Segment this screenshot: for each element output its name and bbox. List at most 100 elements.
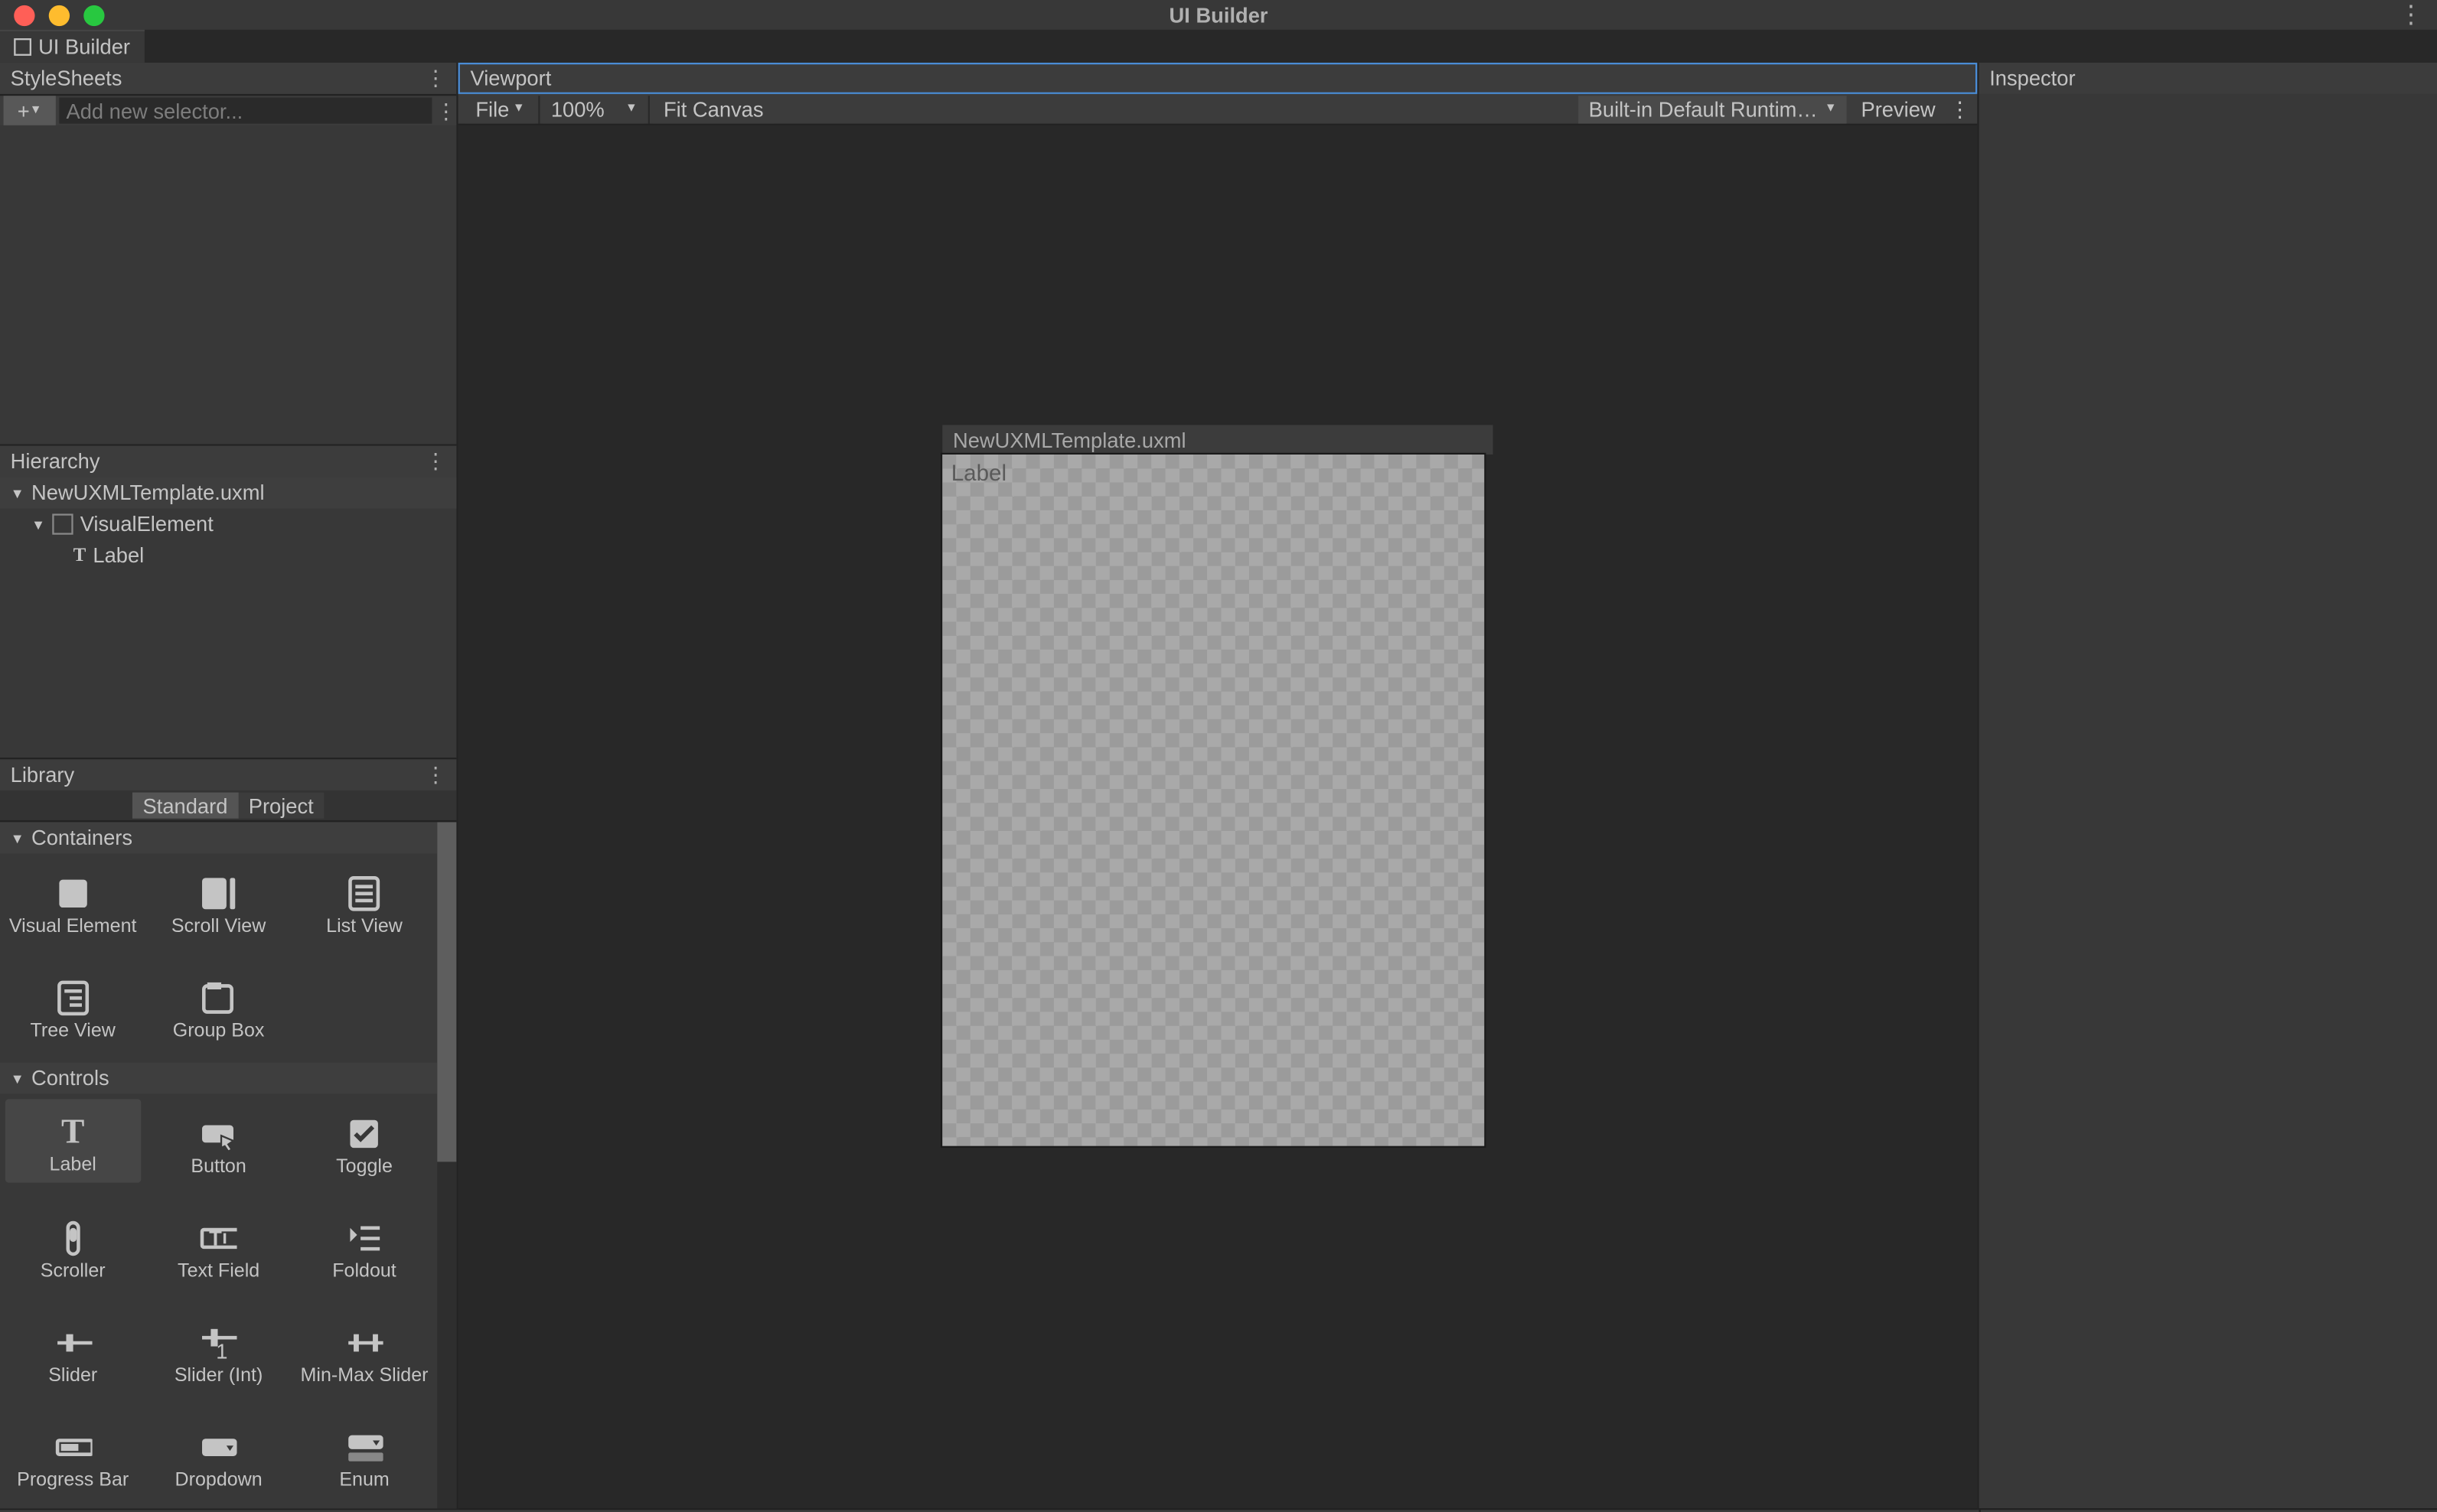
hierarchy-menu-button[interactable]: ⋮	[425, 449, 445, 474]
minimize-window-button[interactable]	[49, 5, 70, 25]
viewport-toolbar: File▼ 100% ▼ Fit Canvas Built-in Default…	[458, 94, 1978, 125]
slider-int-icon: 1	[200, 1324, 238, 1362]
document-frame[interactable]: NewUXMLTemplate.uxml Label	[942, 425, 1493, 1145]
foldout-icon[interactable]: ▼	[31, 516, 45, 532]
hierarchy-item-label: VisualElement	[80, 512, 214, 536]
stylesheets-menu-button[interactable]: ⋮	[425, 66, 445, 90]
lib-item-foldout[interactable]: Foldout	[292, 1198, 437, 1303]
chevron-down-icon: ▼	[30, 105, 42, 117]
lib-item-min-max-slider[interactable]: Min-Max Slider	[292, 1302, 437, 1407]
foldout-icon[interactable]: ▼	[11, 485, 24, 500]
library-section-controls[interactable]: ▼ Controls	[0, 1062, 437, 1093]
list-view-icon	[345, 875, 383, 913]
visual-element-icon	[54, 875, 92, 913]
stylesheets-body[interactable]	[0, 125, 456, 445]
chevron-down-icon: ▼	[625, 103, 638, 115]
tab-project[interactable]: Project	[238, 793, 324, 819]
tab-ui-builder[interactable]: UI Builder	[0, 30, 144, 63]
library-panel: Library ⋮ Standard Project ▼ Containers	[0, 759, 456, 1508]
lib-item-label[interactable]: T Label	[5, 1099, 141, 1182]
library-tabs: Standard Project	[0, 790, 456, 822]
lib-item-list-view[interactable]: List View	[292, 853, 437, 958]
lib-item-slider[interactable]: Slider	[0, 1302, 145, 1407]
editor-tabs: UI Builder	[0, 30, 2437, 63]
lib-item-text-field[interactable]: T Text Field	[145, 1198, 291, 1303]
library-header: Library ⋮	[0, 759, 456, 790]
maximize-window-button[interactable]	[83, 5, 104, 25]
library-section-containers[interactable]: ▼ Containers	[0, 822, 437, 853]
selector-input[interactable]	[59, 97, 432, 123]
dropdown-icon	[200, 1428, 238, 1466]
window-menu-button[interactable]: ⋮	[2399, 0, 2423, 30]
window-controls	[14, 5, 104, 25]
close-window-button[interactable]	[14, 5, 34, 25]
text-icon: T	[73, 545, 86, 565]
zoom-dropdown[interactable]: 100% ▼	[544, 95, 644, 122]
foldout-icon[interactable]: ▼	[11, 1070, 24, 1086]
viewport-canvas[interactable]: NewUXMLTemplate.uxml Label	[458, 125, 1978, 1508]
ui-builder-icon	[14, 38, 31, 56]
file-menu[interactable]: File▼	[465, 95, 536, 122]
lib-item-group-box[interactable]: Group Box	[145, 958, 291, 1063]
foldout-icon	[345, 1219, 383, 1257]
text-field-icon: T	[200, 1219, 238, 1257]
foldout-icon[interactable]: ▼	[11, 830, 24, 846]
group-box-icon	[200, 979, 238, 1017]
stylesheets-panel: StyleSheets ⋮ +▼ ⋮	[0, 63, 456, 446]
preview-button[interactable]: Preview	[1851, 95, 1946, 122]
svg-text:1: 1	[217, 1339, 228, 1362]
uxml-preview-bar[interactable]: UXML Preview - NewUXMLTemplate.uxml	[458, 1508, 1979, 1512]
document-title: NewUXMLTemplate.uxml	[942, 425, 1493, 455]
lib-item-toggle[interactable]: Toggle	[292, 1093, 437, 1198]
hierarchy-header: Hierarchy ⋮	[0, 446, 456, 477]
hierarchy-root-label: NewUXMLTemplate.uxml	[31, 481, 265, 505]
hierarchy-item-label[interactable]: T Label	[0, 540, 456, 572]
stylesheets-toolbar-menu[interactable]: ⋮	[436, 99, 456, 123]
chevron-down-icon: ▼	[1825, 103, 1837, 115]
inspector-body[interactable]	[1979, 94, 2437, 1508]
min-max-slider-icon	[345, 1324, 383, 1362]
lib-item-enum[interactable]: Enum	[292, 1407, 437, 1508]
lib-item-scroller[interactable]: Scroller	[0, 1198, 145, 1303]
hierarchy-tree[interactable]: ▼ NewUXMLTemplate.uxml ▼ VisualElement T…	[0, 477, 456, 758]
uss-preview-bar[interactable]: USS Preview	[1979, 1508, 2437, 1512]
enum-icon	[345, 1428, 383, 1466]
tab-standard[interactable]: Standard	[132, 793, 238, 819]
tree-view-icon	[54, 979, 92, 1017]
library-scrollbar[interactable]	[437, 822, 456, 1508]
lib-item-button[interactable]: Button	[145, 1093, 291, 1198]
viewport-menu-button[interactable]: ⋮	[1949, 96, 1970, 121]
visual-element-icon	[52, 513, 73, 534]
window-titlebar: UI Builder ⋮	[0, 0, 2437, 30]
lib-item-tree-view[interactable]: Tree View	[0, 958, 145, 1063]
lib-item-dropdown[interactable]: Dropdown	[145, 1407, 291, 1508]
lib-item-visual-element[interactable]: Visual Element	[0, 853, 145, 958]
inspector-header: Inspector	[1979, 63, 2437, 94]
hierarchy-panel: Hierarchy ⋮ ▼ NewUXMLTemplate.uxml ▼ Vis…	[0, 446, 456, 760]
toggle-icon	[345, 1115, 383, 1153]
tab-label: UI Builder	[38, 35, 130, 60]
window-title: UI Builder	[0, 2, 2437, 27]
library-menu-button[interactable]: ⋮	[425, 763, 445, 787]
hierarchy-root[interactable]: ▼ NewUXMLTemplate.uxml	[0, 477, 456, 509]
fit-canvas-button[interactable]: Fit Canvas	[653, 95, 774, 122]
lib-item-scroll-view[interactable]: Scroll View	[145, 853, 291, 958]
add-selector-button[interactable]: +▼	[4, 96, 56, 125]
bottom-left-gutter: ▲	[0, 1508, 458, 1512]
slider-icon	[54, 1324, 92, 1362]
hierarchy-item-visual-element[interactable]: ▼ VisualElement	[0, 509, 456, 540]
label-icon: T	[54, 1113, 92, 1151]
scrollbar-thumb[interactable]	[437, 822, 456, 1162]
library-scroll[interactable]: ▼ Containers Visual Element Scroll View	[0, 822, 437, 1508]
canvas-label-element[interactable]: Label	[951, 460, 1006, 486]
lib-item-progress-bar[interactable]: Progress Bar	[0, 1407, 145, 1508]
document-body[interactable]: Label	[942, 455, 1484, 1146]
stylesheets-header: StyleSheets ⋮	[0, 63, 456, 94]
hierarchy-item-label-text: Label	[93, 543, 144, 568]
scroll-view-icon	[200, 875, 238, 913]
theme-dropdown[interactable]: Built-in Default Runtim… ▼	[1578, 95, 1847, 122]
chevron-down-icon: ▼	[513, 103, 525, 115]
plus-icon: +	[18, 99, 30, 123]
progress-bar-icon	[54, 1428, 92, 1466]
lib-item-slider-int[interactable]: 1 Slider (Int)	[145, 1302, 291, 1407]
